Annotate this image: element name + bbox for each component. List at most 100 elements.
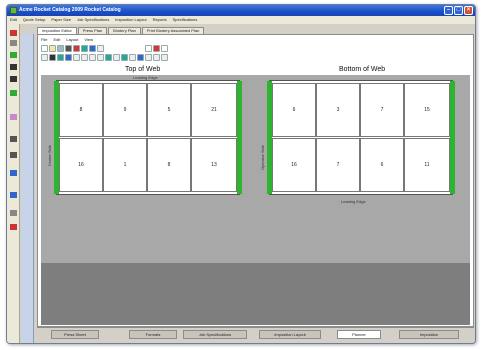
zoom-icon[interactable]: [129, 54, 136, 61]
page-cell[interactable]: 13: [191, 138, 237, 192]
page-cell[interactable]: 1: [103, 138, 147, 192]
empty-canvas-area: [41, 263, 470, 325]
bottom-tab[interactable]: Imposition: [399, 330, 459, 339]
menu-item[interactable]: Reports: [153, 16, 167, 24]
tool-icon[interactable]: [10, 170, 17, 176]
print-icon[interactable]: [65, 45, 72, 52]
number-icon[interactable]: [145, 54, 152, 61]
title-bar: Acme Rocket Catalog 2009 Rocket Catalog …: [7, 5, 475, 16]
page-cell[interactable]: 7: [360, 83, 404, 137]
grid-icon[interactable]: [81, 45, 88, 52]
content-menu-item[interactable]: View: [84, 37, 93, 42]
edge-label: Leading Edge: [341, 199, 366, 204]
page-cell[interactable]: 3: [316, 83, 360, 137]
tool-icon[interactable]: [10, 52, 17, 58]
pointer-icon[interactable]: [41, 54, 48, 61]
side-label: Center Side: [47, 145, 52, 167]
fit-icon[interactable]: [137, 54, 144, 61]
content-menu-item[interactable]: Layout: [66, 37, 78, 42]
page-cell[interactable]: 21: [191, 83, 237, 137]
page-cell[interactable]: 5: [147, 83, 191, 137]
tool-icon[interactable]: [10, 114, 17, 120]
tool-icon[interactable]: [10, 210, 17, 216]
align-icon[interactable]: [89, 54, 96, 61]
stop-icon[interactable]: [153, 45, 160, 52]
page-cell[interactable]: 16: [272, 138, 316, 192]
margin-icon[interactable]: [105, 54, 112, 61]
application-window: Acme Rocket Catalog 2009 Rocket Catalog …: [6, 4, 476, 344]
rotate-icon[interactable]: [73, 54, 80, 61]
bleed-icon[interactable]: [121, 54, 128, 61]
copy-icon[interactable]: [97, 45, 104, 52]
open-icon[interactable]: [49, 45, 56, 52]
tool-icon[interactable]: [10, 136, 17, 142]
menu-item[interactable]: Quote Setup: [23, 16, 45, 24]
tool-icon[interactable]: [10, 192, 17, 198]
flip-icon[interactable]: [81, 54, 88, 61]
tool-icon[interactable]: [10, 40, 17, 46]
content-menu-item[interactable]: File: [41, 37, 47, 42]
maximize-button[interactable]: □: [454, 6, 463, 15]
tab-bindery-plan[interactable]: Bindery Plan: [108, 27, 141, 34]
close-button[interactable]: ×: [464, 6, 473, 15]
bottom-tab[interactable]: Job Specifications: [183, 330, 247, 339]
bottom-tab[interactable]: Formats: [129, 330, 177, 339]
tab-press-plan[interactable]: Press Plan: [77, 27, 108, 34]
content-menu-item[interactable]: Edit: [53, 37, 60, 42]
fold-icon[interactable]: [57, 54, 64, 61]
gripper-bar: [237, 81, 242, 194]
tool-icon[interactable]: [10, 224, 17, 230]
menu-item[interactable]: Paper Size: [51, 16, 71, 24]
side-label: Operator Side: [260, 145, 265, 170]
tab-associated-plan[interactable]: Print Bindery Associated Plan: [141, 27, 205, 34]
sheet-layout: 8 9 5 21 16 1 8 13: [54, 80, 242, 195]
sheet-title: Bottom of Web: [339, 66, 386, 73]
sheet-icon[interactable]: [145, 45, 152, 52]
page-cell[interactable]: 16: [59, 138, 103, 192]
menu-item[interactable]: Job Specifications: [77, 16, 109, 24]
page-cell[interactable]: 15: [404, 83, 450, 137]
menu-item[interactable]: Imposition Layout: [115, 16, 146, 24]
tab-imposition-editor[interactable]: Imposition Editor: [37, 27, 77, 34]
sheet-title: Top of Web: [125, 66, 161, 73]
bottom-tab[interactable]: Press Sheet: [51, 330, 99, 339]
sheet-layout: 6 3 7 15 16 7 6 11: [267, 80, 455, 195]
left-toolbar: [7, 24, 20, 343]
page-cell[interactable]: 9: [103, 83, 147, 137]
bottom-tab-active[interactable]: Planner: [337, 330, 381, 339]
tool-icon[interactable]: [10, 76, 17, 82]
tool-icon[interactable]: [10, 30, 17, 36]
side-stripe: [21, 34, 34, 343]
menu-bar: Edit Quote Setup Paper Size Job Specific…: [7, 16, 475, 24]
layout-icon[interactable]: [89, 45, 96, 52]
page-icon[interactable]: [161, 45, 168, 52]
top-tab-row: Imposition Editor Press Plan Bindery Pla…: [37, 27, 205, 34]
tool-icon[interactable]: [10, 152, 17, 158]
imposition-editor: File Edit Layout View Top of Web Leading…: [37, 34, 474, 327]
page-cell[interactable]: 11: [404, 138, 450, 192]
info-icon[interactable]: [161, 54, 168, 61]
tool-icon[interactable]: [10, 64, 17, 70]
marks-icon[interactable]: [153, 54, 160, 61]
page-cell[interactable]: 6: [272, 83, 316, 137]
distribute-icon[interactable]: [97, 54, 104, 61]
page-cell[interactable]: 6: [360, 138, 404, 192]
page-cell[interactable]: 7: [316, 138, 360, 192]
menu-item[interactable]: Edit: [10, 16, 17, 24]
window-title: Acme Rocket Catalog 2009 Rocket Catalog: [19, 7, 121, 13]
bottom-tab-bar: Press Sheet Formats Job Specifications I…: [37, 327, 474, 343]
minimize-button[interactable]: –: [444, 6, 453, 15]
tool-icon[interactable]: [10, 90, 17, 96]
bottom-tab[interactable]: Imposition Layout: [259, 330, 321, 339]
app-icon: [10, 7, 17, 14]
page-cell[interactable]: 8: [59, 83, 103, 137]
save-icon[interactable]: [57, 45, 64, 52]
gripper-bar: [450, 81, 455, 194]
delete-icon[interactable]: [73, 45, 80, 52]
gutter-icon[interactable]: [113, 54, 120, 61]
line-icon[interactable]: [49, 54, 56, 61]
cut-icon[interactable]: [65, 54, 72, 61]
menu-item[interactable]: Specifications: [173, 16, 198, 24]
page-cell[interactable]: 8: [147, 138, 191, 192]
new-icon[interactable]: [41, 45, 48, 52]
